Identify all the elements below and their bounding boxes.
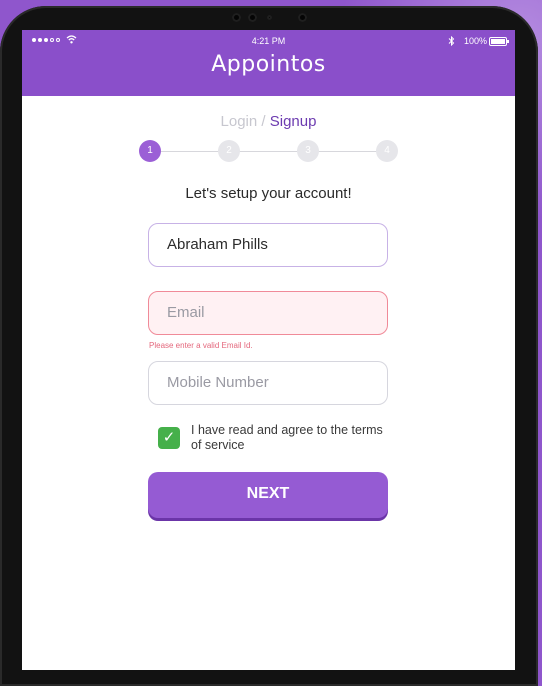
camera-dot — [232, 13, 241, 22]
step-1: 1 — [139, 140, 161, 162]
next-button[interactable]: NEXT — [148, 472, 388, 518]
mobile-field[interactable] — [148, 361, 388, 405]
email-input[interactable] — [167, 304, 387, 321]
step-3: 3 — [297, 140, 319, 162]
terms-checkbox[interactable]: ✓ — [158, 427, 180, 449]
status-time: 4:21 PM — [251, 36, 286, 46]
step-4: 4 — [376, 140, 398, 162]
camera-dot — [298, 13, 307, 22]
battery-percent: 100% — [463, 36, 487, 46]
signup-stepper: 1 2 3 4 — [139, 140, 398, 164]
name-input[interactable] — [167, 236, 387, 253]
app-logo: Appointos — [211, 52, 326, 77]
tab-separator: / — [261, 113, 266, 130]
top-bar: 4:21 PM 100% Appointos — [22, 30, 515, 96]
tab-signup[interactable]: Signup — [270, 113, 317, 130]
auth-tabs: Login / Signup — [22, 113, 515, 130]
name-field[interactable] — [148, 223, 388, 267]
tab-login[interactable]: Login — [221, 113, 258, 130]
terms-label: I have read and agree to the terms of se… — [191, 423, 383, 452]
email-error-message: Please enter a valid Email Id. — [149, 341, 253, 350]
screen: 4:21 PM 100% Appointos Login / Signup 1 … — [22, 30, 515, 670]
battery-icon — [489, 37, 509, 46]
tablet-frame: 4:21 PM 100% Appointos Login / Signup 1 … — [0, 6, 538, 686]
bluetooth-icon — [448, 35, 455, 48]
step-2: 2 — [218, 140, 240, 162]
status-bar: 4:21 PM 100% — [22, 34, 515, 48]
camera-dot — [248, 13, 257, 22]
mobile-input[interactable] — [167, 374, 387, 391]
form-title: Let's setup your account! — [185, 185, 352, 202]
stepper-line — [149, 151, 388, 152]
email-field[interactable] — [148, 291, 388, 335]
check-icon: ✓ — [162, 429, 176, 446]
sensor-dot — [267, 15, 272, 20]
